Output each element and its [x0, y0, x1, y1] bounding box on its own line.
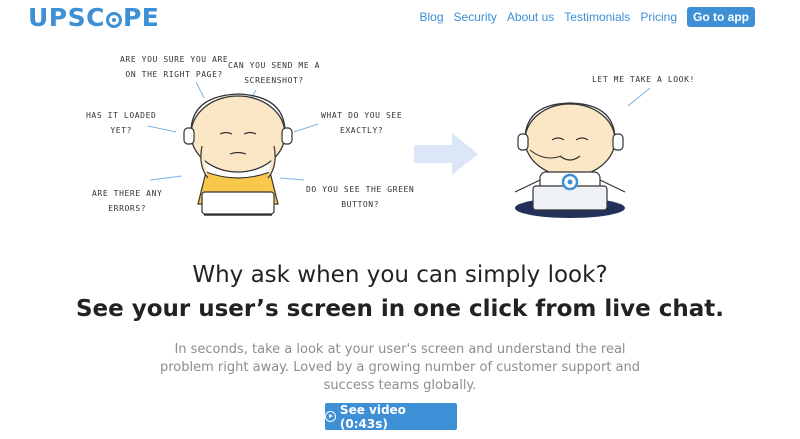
nav-link-about-us[interactable]: About us	[507, 10, 554, 24]
hero-subheadline: See your user’s screen in one click from…	[75, 296, 725, 322]
see-video-button[interactable]: See video (0:43s)	[325, 402, 457, 431]
logo-text-end: PE	[122, 3, 160, 32]
hero-illustration: ARE YOU SURE YOU ARE ON THE RIGHT PAGE? …	[0, 40, 800, 220]
go-to-app-button[interactable]: Go to app	[687, 7, 755, 27]
bubble-pointer-lines	[147, 81, 651, 181]
nav-link-testimonials[interactable]: Testimonials	[564, 10, 630, 24]
nav-link-pricing[interactable]: Pricing	[640, 10, 677, 24]
happy-agent-illustration	[514, 102, 626, 218]
play-circle-icon	[325, 411, 336, 422]
upscope-logo[interactable]: UPSC PE	[28, 3, 159, 32]
right-arrow-icon	[414, 133, 478, 175]
logo-text-start: UPSC	[28, 3, 105, 32]
top-nav: Blog Security About us Testimonials Pric…	[410, 7, 755, 27]
see-video-label: See video (0:43s)	[339, 402, 406, 431]
logo-eye-icon	[105, 12, 122, 28]
hero-description: In seconds, take a look at your user's s…	[160, 342, 641, 393]
nav-link-blog[interactable]: Blog	[420, 10, 444, 24]
nav-link-security[interactable]: Security	[454, 10, 497, 24]
hero-headline: Why ask when you can simply look?	[192, 262, 608, 288]
confused-agent-illustration	[183, 93, 293, 216]
